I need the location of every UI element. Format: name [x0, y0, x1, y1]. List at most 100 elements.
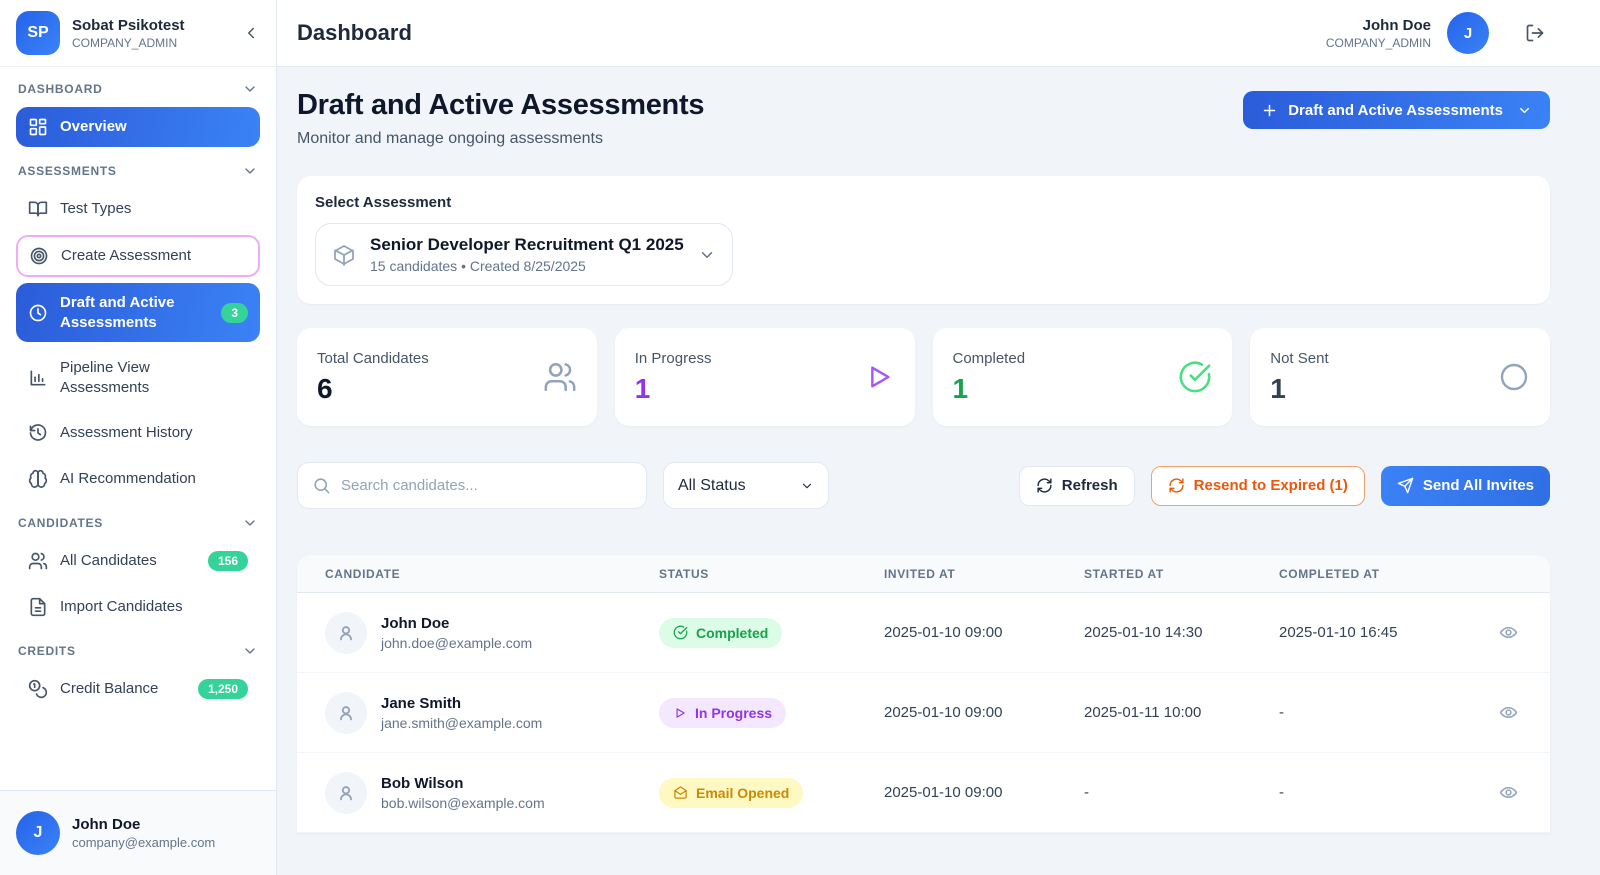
- candidate-name: Jane Smith: [381, 695, 542, 712]
- mail-open-icon: [673, 785, 688, 800]
- chevron-down-icon: [698, 246, 716, 264]
- stat-total-candidates: Total Candidates 6: [297, 328, 597, 426]
- refresh-button[interactable]: Refresh: [1019, 466, 1135, 506]
- sidebar-user-email: company@example.com: [72, 835, 215, 850]
- send-icon: [1397, 477, 1414, 494]
- sidebar: SP Sobat Psikotest COMPANY_ADMIN DASHBOA…: [0, 0, 277, 875]
- grid-icon: [28, 117, 48, 137]
- page-subtitle: Monitor and manage ongoing assessments: [297, 130, 704, 148]
- sidebar-item-pipeline-view[interactable]: Pipeline View Assessments: [16, 348, 260, 407]
- sidebar-item-draft-active[interactable]: Draft and Active Assessments 3: [16, 283, 260, 342]
- bar-chart-icon: [28, 368, 48, 388]
- sidebar-item-label: Test Types: [60, 199, 131, 219]
- sidebar-collapse-icon[interactable]: [242, 24, 260, 42]
- app-logo: SP: [16, 11, 60, 55]
- assessment-dropdown[interactable]: Senior Developer Recruitment Q1 2025 15 …: [315, 223, 733, 286]
- file-text-icon: [28, 597, 48, 617]
- candidate-email: jane.smith@example.com: [381, 715, 542, 731]
- eye-icon[interactable]: [1499, 783, 1518, 802]
- eye-icon[interactable]: [1499, 623, 1518, 642]
- check-circle-icon: [673, 625, 688, 640]
- package-icon: [332, 243, 356, 267]
- sidebar-item-credit-balance[interactable]: Credit Balance 1,250: [16, 669, 260, 709]
- status-badge: Completed: [659, 618, 782, 648]
- stat-in-progress: In Progress 1: [615, 328, 915, 426]
- section-candidates[interactable]: CANDIDATES: [18, 515, 258, 531]
- sidebar-item-test-types[interactable]: Test Types: [16, 189, 260, 229]
- refresh-icon: [1168, 477, 1185, 494]
- search-box: [297, 462, 647, 509]
- started-at: 2025-01-11 10:00: [1084, 704, 1279, 721]
- chevron-down-icon: [242, 643, 258, 659]
- stat-value: 1: [953, 373, 1026, 405]
- sidebar-user-card[interactable]: J John Doe company@example.com: [0, 790, 276, 875]
- status-filter-select[interactable]: All Status: [663, 462, 829, 509]
- credit-balance-badge: 1,250: [198, 679, 248, 699]
- new-assessment-button[interactable]: Draft and Active Assessments: [1243, 91, 1550, 129]
- candidate-name: Bob Wilson: [381, 775, 545, 792]
- app-role: COMPANY_ADMIN: [72, 36, 185, 50]
- sidebar-header: SP Sobat Psikotest COMPANY_ADMIN: [0, 0, 276, 67]
- section-credits[interactable]: CREDITS: [18, 643, 258, 659]
- select-assessment-label: Select Assessment: [315, 194, 1532, 211]
- status-badge: Email Opened: [659, 778, 803, 808]
- status-badge: In Progress: [659, 698, 786, 728]
- circle-icon: [1498, 361, 1530, 393]
- sidebar-item-assessment-history[interactable]: Assessment History: [16, 413, 260, 453]
- page-breadcrumb-title: Dashboard: [297, 20, 412, 46]
- send-all-invites-button[interactable]: Send All Invites: [1381, 466, 1550, 506]
- chevron-down-icon: [800, 479, 814, 493]
- sidebar-item-overview[interactable]: Overview: [16, 107, 260, 147]
- topbar: Dashboard John Doe COMPANY_ADMIN J: [277, 0, 1600, 67]
- user-icon: [325, 772, 367, 814]
- users-icon: [543, 360, 577, 394]
- col-candidate: CANDIDATE: [325, 567, 659, 581]
- sidebar-item-ai-recommendation[interactable]: AI Recommendation: [16, 459, 260, 499]
- logout-icon[interactable]: [1525, 23, 1545, 43]
- resend-expired-button[interactable]: Resend to Expired (1): [1151, 466, 1365, 506]
- target-icon: [29, 246, 49, 266]
- sidebar-item-label: Credit Balance: [60, 679, 158, 699]
- main-area: Dashboard John Doe COMPANY_ADMIN J Draft…: [277, 0, 1600, 875]
- stat-not-sent: Not Sent 1: [1250, 328, 1550, 426]
- stats-grid: Total Candidates 6 In Progress 1 Complet…: [297, 328, 1550, 426]
- col-invited-at: INVITED AT: [884, 567, 1084, 581]
- draft-active-count-badge: 3: [221, 303, 248, 323]
- sidebar-item-create-assessment[interactable]: Create Assessment: [16, 235, 260, 277]
- user-icon: [325, 692, 367, 734]
- search-input[interactable]: [341, 477, 632, 494]
- selected-assessment-title: Senior Developer Recruitment Q1 2025: [370, 235, 684, 255]
- chevron-down-icon: [1517, 103, 1532, 118]
- invited-at: 2025-01-10 09:00: [884, 704, 1084, 721]
- table-row: Jane Smith jane.smith@example.com In Pro…: [297, 673, 1550, 753]
- stat-value: 6: [317, 373, 429, 405]
- completed-at: 2025-01-10 16:45: [1279, 624, 1459, 641]
- users-icon: [28, 551, 48, 571]
- section-dashboard[interactable]: DASHBOARD: [18, 81, 258, 97]
- eye-icon[interactable]: [1499, 703, 1518, 722]
- sidebar-item-label: Overview: [60, 117, 127, 137]
- brain-icon: [28, 469, 48, 489]
- candidate-email: john.doe@example.com: [381, 635, 532, 651]
- select-assessment-card: Select Assessment Senior Developer Recru…: [297, 176, 1550, 304]
- table-row: John Doe john.doe@example.com Completed …: [297, 593, 1550, 673]
- sidebar-item-label: Pipeline View Assessments: [60, 358, 180, 397]
- sidebar-item-label: Assessment History: [60, 423, 193, 443]
- col-completed-at: COMPLETED AT: [1279, 567, 1459, 581]
- avatar[interactable]: J: [1447, 12, 1489, 54]
- section-assessments[interactable]: ASSESSMENTS: [18, 163, 258, 179]
- refresh-icon: [1036, 477, 1053, 494]
- sidebar-item-import-candidates[interactable]: Import Candidates: [16, 587, 260, 627]
- sidebar-item-label: All Candidates: [60, 551, 157, 571]
- candidate-email: bob.wilson@example.com: [381, 795, 545, 811]
- selected-assessment-meta: 15 candidates • Created 8/25/2025: [370, 258, 684, 274]
- book-open-icon: [28, 199, 48, 219]
- started-at: 2025-01-10 14:30: [1084, 624, 1279, 641]
- candidate-name: John Doe: [381, 615, 532, 632]
- history-icon: [28, 423, 48, 443]
- chevron-down-icon: [242, 515, 258, 531]
- table-row: Bob Wilson bob.wilson@example.com Email …: [297, 753, 1550, 833]
- check-circle-icon: [1178, 360, 1212, 394]
- sidebar-item-all-candidates[interactable]: All Candidates 156: [16, 541, 260, 581]
- coins-icon: [28, 679, 48, 699]
